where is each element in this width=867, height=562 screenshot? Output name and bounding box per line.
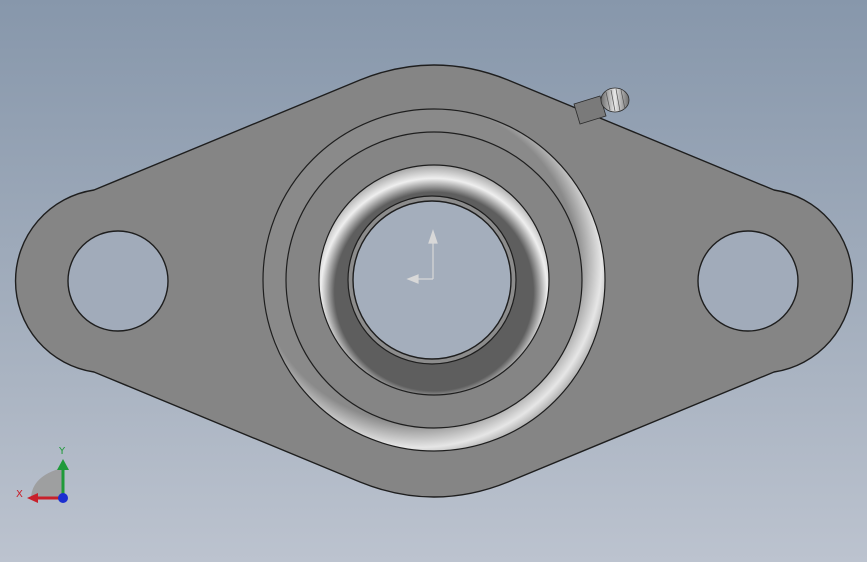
graphics-viewport[interactable]: Y X xyxy=(0,0,867,562)
bearing-housing[interactable] xyxy=(262,108,606,452)
triad-z-axis-icon xyxy=(58,493,68,503)
triad-y-label: Y xyxy=(58,446,66,457)
bore-hole[interactable] xyxy=(352,200,512,360)
mounting-hole-left[interactable] xyxy=(67,230,169,332)
mounting-hole-right[interactable] xyxy=(697,230,799,332)
triad-x-label: X xyxy=(16,489,23,500)
triad-y-arrow-icon xyxy=(57,459,69,470)
bearing-flange-part[interactable] xyxy=(14,64,854,498)
triad-plane xyxy=(31,468,62,498)
reference-triad: Y X xyxy=(16,446,69,503)
